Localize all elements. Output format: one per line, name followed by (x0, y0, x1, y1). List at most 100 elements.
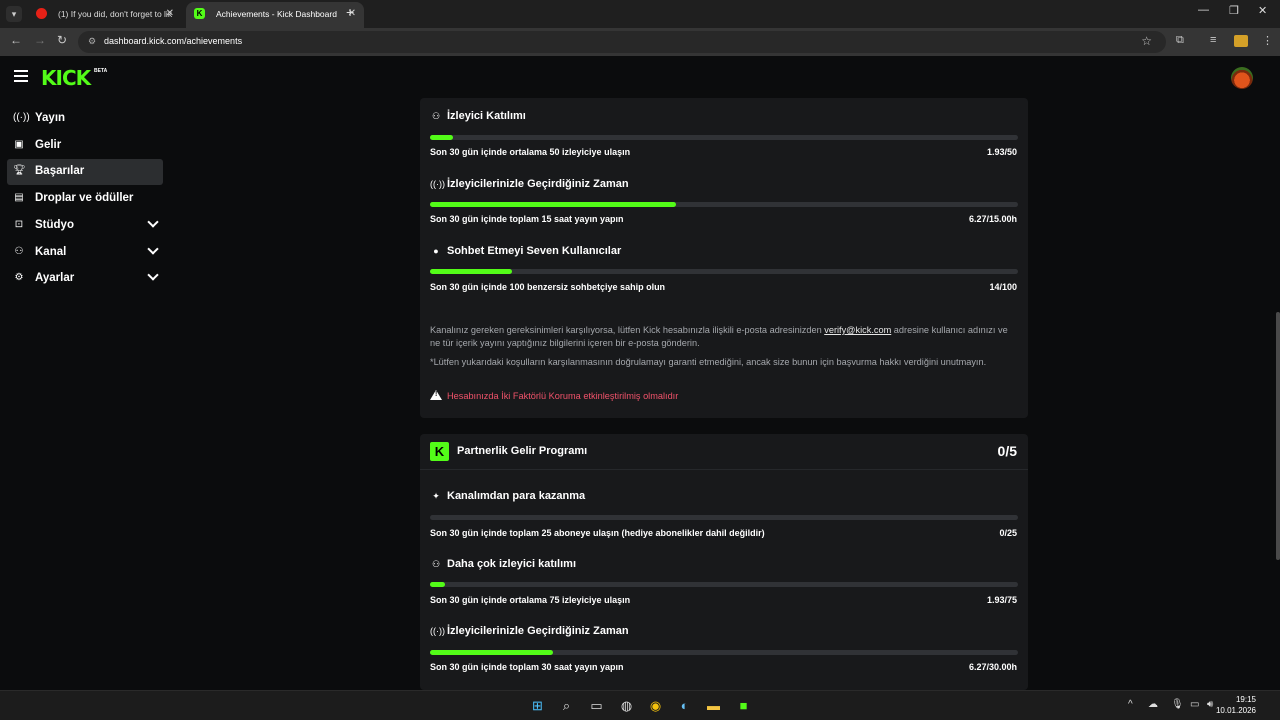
address-bar[interactable]: ⚙ dashboard.kick.com/achievements ☆ (78, 31, 1166, 53)
sidebar-item-studyo[interactable]: ⊡ Stüdyo (7, 213, 163, 239)
reload-icon[interactable]: ↻ (57, 33, 67, 47)
progress-bar (430, 269, 1018, 274)
sidebar-item-kanal[interactable]: ⚇ Kanal (7, 240, 163, 266)
gear-icon: ⚙ (14, 272, 24, 283)
tray-overflow-icon[interactable]: ^ (1128, 699, 1133, 710)
new-tab-button[interactable]: + (346, 4, 354, 20)
kick-logo[interactable]: KICK (41, 66, 91, 90)
sidebar-item-label: Stüdyo (35, 219, 74, 231)
tab-search-button[interactable]: ▾ (6, 6, 22, 22)
gift-icon: ▤ (14, 192, 24, 203)
windows-taskbar: ⊞ ⌕ ▭ ◍ ◉ ◐ ▬ ■ ^ ☁ 🎙︎ ▭ 🔊︎ 19:15 10.01.… (0, 690, 1280, 720)
bookmark-star-icon[interactable]: ☆ (1141, 34, 1152, 48)
url-text: dashboard.kick.com/achievements (104, 36, 243, 46)
sidebar-item-label: Başarılar (35, 165, 85, 177)
broadcast-icon: ((·)) (430, 179, 445, 189)
extensions-icon[interactable]: ⧉ (1176, 34, 1184, 47)
requirement-text: Son 30 gün içinde toplam 30 saat yayın y… (430, 662, 624, 672)
progress-value: 1.93/50 (986, 147, 1017, 157)
tab-title: (1) If you did, don't forget to lik (58, 9, 173, 19)
sidebar-item-basarilar[interactable]: 🏆︎ Başarılar (7, 159, 163, 185)
progress-value: 6.27/30.00h (968, 662, 1017, 672)
verify-email-link[interactable]: verify@kick.com (824, 325, 891, 335)
verification-note: Kanalınız gereken gereksinimleri karşılı… (430, 324, 1018, 350)
section-title: İzleyicilerinizle Geçirdiğiniz Zaman (447, 625, 629, 637)
site-info-icon[interactable]: ⚙ (88, 36, 96, 47)
file-explorer-icon[interactable]: ▬ (705, 697, 722, 714)
progress-fill (430, 582, 446, 587)
requirement-text: Son 30 gün içinde 100 benzersiz sohbetçi… (430, 282, 666, 292)
progress-fill (430, 650, 553, 655)
sidebar-item-label: Ayarlar (35, 272, 75, 284)
sidebar-item-label: Yayın (35, 112, 66, 124)
browser-tab-bar: ▾ (1) If you did, don't forget to lik ✕ … (0, 0, 1280, 28)
page-scrollbar[interactable] (1276, 312, 1280, 560)
forward-icon[interactable]: → (34, 33, 46, 47)
section-title: Daha çok izleyici katılımı (447, 558, 577, 570)
extension-icon[interactable] (1234, 35, 1248, 47)
sidebar-item-label: Droplar ve ödüller (35, 192, 134, 204)
progress-value: 14/100 (989, 282, 1017, 292)
kick-icon: K (194, 8, 205, 19)
close-window-icon[interactable]: ✕ (1258, 4, 1267, 17)
network-icon[interactable]: ▭ (1190, 699, 1199, 710)
requirement-text: Son 30 gün içinde ortalama 50 izleyiciye… (430, 147, 631, 157)
menu-icon[interactable]: ⋮ (1262, 34, 1273, 47)
task-view-icon[interactable]: ▭ (588, 697, 605, 714)
microphone-icon[interactable]: 🎙︎ (1171, 699, 1184, 710)
hamburger-menu-icon[interactable] (14, 70, 28, 82)
progress-bar (430, 202, 1018, 207)
sidebar-item-droplar[interactable]: ▤ Droplar ve ödüller (7, 186, 163, 212)
browser-tab-youtube[interactable]: (1) If you did, don't forget to lik ✕ (28, 2, 182, 28)
app-header: KICK BETA (0, 56, 1280, 100)
sidebar-item-ayarlar[interactable]: ⚙ Ayarlar (7, 266, 163, 292)
warning-icon (430, 390, 442, 400)
chrome-icon[interactable]: ◉ (647, 697, 664, 714)
program-title: Partnerlik Gelir Programı (457, 445, 588, 457)
partner-program-card: K Partnerlik Gelir Programı 0/5 ✦ Kanalı… (420, 434, 1028, 690)
progress-fill (430, 202, 676, 207)
viewers-icon: ⚇ (431, 559, 441, 569)
achievement-card: ⚇ İzleyici Katılımı Son 30 gün içinde or… (420, 98, 1028, 418)
viewers-icon: ⚇ (431, 111, 441, 121)
progress-value: 0/25 (999, 528, 1017, 538)
close-tab-icon[interactable]: ✕ (166, 2, 174, 26)
tab-title: Achievements - Kick Dashboard (216, 9, 337, 19)
sidebar-item-yayin[interactable]: ((·)) Yayın (7, 106, 163, 132)
channel-icon: ⚇ (14, 246, 24, 257)
kick-logo-icon: K (430, 442, 449, 461)
chat-icon: ● (433, 246, 439, 256)
progress-fill (430, 135, 453, 140)
minimize-icon[interactable]: — (1198, 4, 1209, 16)
volume-icon[interactable]: 🔊︎ (1207, 699, 1213, 710)
system-clock[interactable]: 19:15 10.01.2026 (1216, 694, 1256, 716)
kick-app-icon[interactable]: ■ (735, 697, 752, 714)
chevron-down-icon[interactable] (147, 269, 159, 281)
sidebar-item-label: Kanal (35, 246, 67, 258)
back-icon[interactable]: ← (10, 33, 22, 47)
sparkle-icon: ✦ (432, 491, 440, 501)
sidebar-item-gelir[interactable]: ▣ Gelir (7, 133, 163, 159)
chevron-down-icon[interactable] (147, 243, 159, 255)
warning-text: Hesabınızda İki Faktörlü Koruma etkinleş… (447, 391, 679, 401)
steam-icon[interactable]: ◐ (676, 697, 693, 714)
progress-bar (430, 582, 1018, 587)
browser-tab-kick[interactable]: K Achievements - Kick Dashboard ✕ (186, 2, 364, 28)
restore-icon[interactable]: ❐ (1229, 4, 1239, 17)
disclaimer-note: *Lütfen yukarıdaki koşulların karşılanma… (430, 357, 987, 367)
browser-toolbar: ← → ↻ ⚙ dashboard.kick.com/achievements … (0, 28, 1280, 56)
revenue-icon: ▣ (14, 139, 24, 150)
requirement-text: Son 30 gün içinde ortalama 75 izleyiciye… (430, 595, 631, 605)
avatar[interactable] (1231, 67, 1253, 89)
section-title: Kanalımdan para kazanma (447, 490, 586, 502)
cloud-icon[interactable]: ☁ (1148, 699, 1158, 710)
broadcast-icon: ((·)) (430, 626, 445, 636)
media-control-icon[interactable]: ≡ (1210, 34, 1216, 46)
progress-fill (430, 269, 513, 274)
search-icon[interactable]: ⌕ (558, 697, 575, 714)
windows-start-icon[interactable]: ⊞ (529, 697, 546, 714)
sidebar: ((·)) Yayın ▣ Gelir 🏆︎ Başarılar ▤ Dropl… (0, 100, 170, 690)
program-header: K Partnerlik Gelir Programı 0/5 (420, 434, 1028, 470)
chevron-down-icon[interactable] (147, 216, 159, 228)
obs-icon[interactable]: ◍ (618, 697, 635, 714)
